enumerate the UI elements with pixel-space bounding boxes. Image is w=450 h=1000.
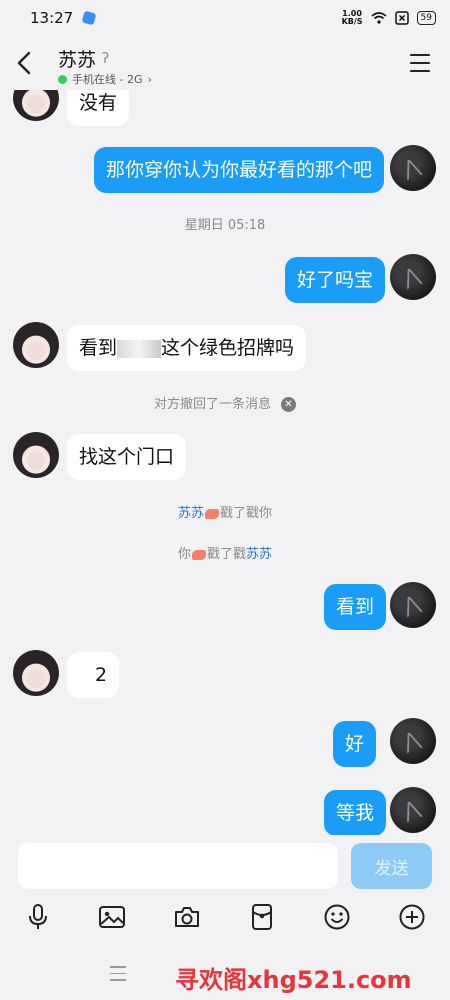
message-bubble-sent[interactable]: 等我	[324, 790, 387, 835]
contact-avatar[interactable]	[13, 650, 59, 696]
recent-apps-icon[interactable]	[110, 966, 126, 986]
watermark: 寻欢阁xhg521.com	[175, 966, 412, 994]
poke-name-link[interactable]: 苏苏	[178, 506, 204, 521]
message-input[interactable]	[18, 843, 338, 889]
user-avatar[interactable]	[390, 718, 436, 764]
time-divider: 星期日 05:18	[184, 218, 266, 233]
plus-icon[interactable]	[395, 900, 429, 934]
input-bar: 发送 寻欢阁xhg521.com	[0, 835, 450, 1000]
message-bubble-sent[interactable]: 好	[333, 721, 377, 767]
redacted-blur	[117, 339, 162, 358]
battery-indicator: 59	[416, 11, 436, 25]
back-button[interactable]	[14, 50, 36, 76]
message-bubble-received[interactable]: 2	[67, 652, 120, 698]
input-toolbar	[0, 900, 450, 934]
user-avatar[interactable]	[390, 582, 436, 628]
contact-name: 苏苏	[58, 49, 97, 71]
app-notification-icon	[81, 10, 97, 26]
image-icon[interactable]	[95, 900, 129, 934]
poke-text: 戳了戳	[206, 547, 246, 562]
online-status[interactable]: 手机在线 - 2G ›	[58, 71, 152, 87]
close-icon[interactable]: ✕	[281, 397, 296, 412]
online-status-text: 手机在线 - 2G	[72, 73, 143, 86]
message-bubble-sent[interactable]: 好了吗宝	[285, 257, 386, 303]
user-avatar[interactable]	[390, 787, 436, 833]
microphone-icon[interactable]	[21, 900, 55, 934]
chevron-left-icon	[17, 51, 31, 75]
recall-notice: 对方撤回了一条消息 ✕	[0, 393, 450, 412]
user-avatar[interactable]	[390, 254, 436, 300]
ear-icon[interactable]: ʔ	[102, 51, 109, 67]
poke-text: 你	[177, 547, 191, 562]
poke-text: 戳了戳你	[220, 506, 273, 521]
poke-notice: 苏苏 戳了戳你	[0, 502, 450, 521]
poke-hand-icon	[205, 508, 219, 519]
user-avatar[interactable]	[390, 145, 436, 191]
message-bubble-received[interactable]: 没有	[67, 90, 130, 126]
online-dot-icon	[58, 74, 67, 84]
status-time: 13:27	[30, 9, 74, 27]
message-bubble-sent[interactable]: 那你穿你认为你最好看的那个吧	[94, 147, 385, 193]
message-bubble-received[interactable]: 看到 这个绿色招牌吗	[67, 325, 307, 371]
status-bar: 13:27 1.00 KB/S 59	[0, 0, 450, 36]
contact-avatar[interactable]	[13, 90, 59, 121]
camera-icon[interactable]	[170, 900, 204, 934]
chevron-right-icon: ›	[147, 72, 152, 86]
red-packet-icon[interactable]	[245, 900, 279, 934]
message-text: 看到	[79, 337, 118, 359]
message-bubble-received[interactable]: 找这个门口	[67, 434, 187, 480]
poke-hand-icon	[191, 549, 206, 560]
chat-header: 苏苏 ʔ 手机在线 - 2G ›	[0, 40, 450, 90]
poke-notice: 你戳了戳苏苏	[0, 543, 450, 562]
message-text: 2	[95, 664, 108, 686]
message-list[interactable]: 没有 那你穿你认为你最好看的那个吧 星期日 05:18 好了吗宝 看到 这个绿色招…	[0, 90, 450, 835]
recall-notice-text: 对方撤回了一条消息	[153, 397, 271, 412]
contact-title[interactable]: 苏苏 ʔ	[58, 45, 109, 72]
poke-name-link[interactable]: 苏苏	[246, 547, 272, 562]
send-button[interactable]: 发送	[351, 843, 432, 889]
contact-avatar[interactable]	[13, 322, 59, 368]
message-bubble-sent[interactable]: 看到	[324, 584, 387, 630]
wifi-icon	[371, 12, 387, 24]
contact-avatar[interactable]	[13, 432, 59, 478]
sim-off-icon	[394, 11, 409, 25]
message-text: 这个绿色招牌吗	[161, 337, 295, 359]
system-nav-bar: 寻欢阁xhg521.com	[0, 955, 450, 1000]
emoji-icon[interactable]	[320, 900, 354, 934]
menu-button[interactable]	[410, 54, 430, 72]
network-speed: 1.00 KB/S	[341, 9, 363, 26]
